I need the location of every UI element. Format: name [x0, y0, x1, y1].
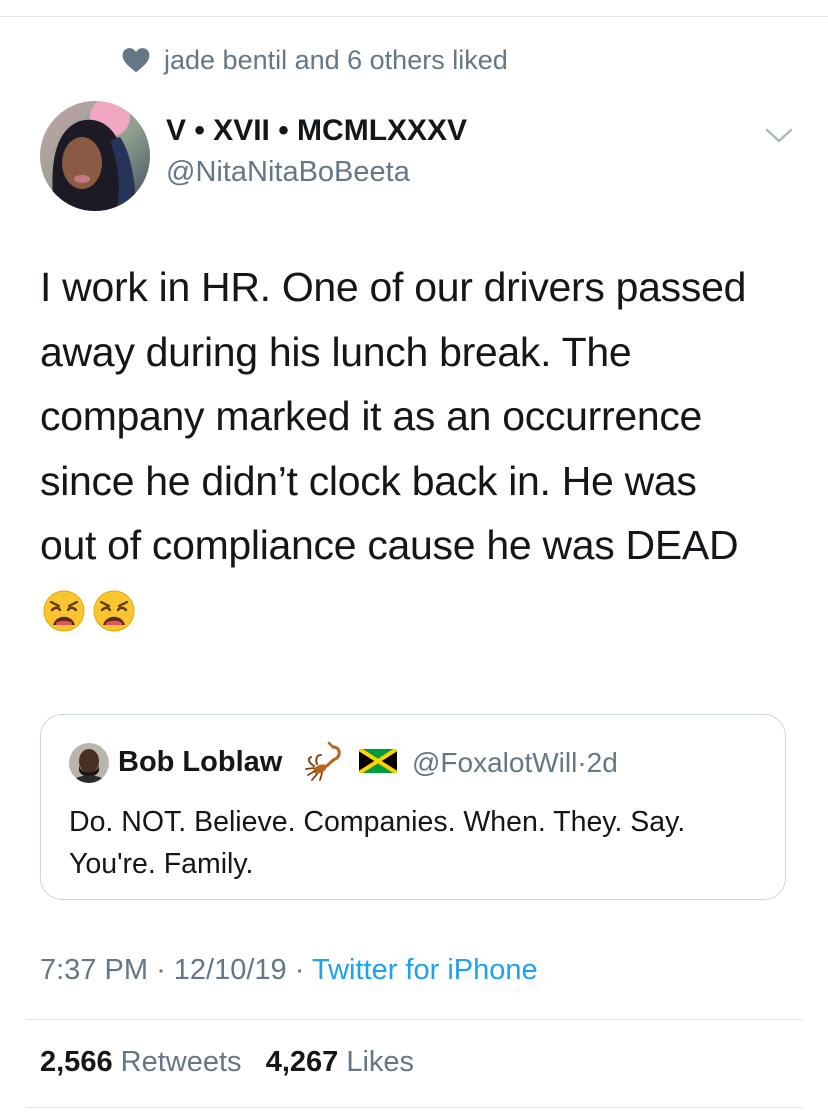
weary-face-emoji	[93, 590, 135, 632]
author-avatar[interactable]	[40, 101, 150, 211]
likes-count: 4,267	[265, 1046, 339, 1078]
quoted-author-handle: @FoxalotWill·2d	[412, 747, 618, 779]
retweets-stat[interactable]: 2,566 Retweets	[40, 1046, 242, 1078]
top-divider	[0, 16, 828, 17]
social-context-text: jade bentil and 6 others liked	[164, 44, 508, 75]
social-context[interactable]: jade bentil and 6 others liked	[122, 42, 508, 78]
tweet-text-line: out of compliance cause he was DEAD	[40, 522, 739, 568]
tweet-date: 12/10/19	[173, 954, 287, 986]
heart-icon	[122, 48, 150, 73]
quoted-text-line: Do. NOT. Believe. Companies. When. They.…	[69, 806, 686, 838]
meta-separator: ·	[156, 954, 166, 986]
likes-stat[interactable]: 4,267 Likes	[266, 1046, 414, 1078]
likes-label: Likes	[346, 1046, 415, 1078]
tweet-meta: 7:37 PM · 12/10/19 · Twitter for iPhone	[40, 954, 538, 987]
quoted-age: 2d	[586, 747, 618, 778]
quoted-author-name[interactable]: Bob Loblaw	[118, 746, 282, 779]
tweet-source-link[interactable]: Twitter for iPhone	[312, 954, 538, 986]
quoted-text-line: You're. Family.	[69, 848, 254, 880]
weary-face-emoji	[43, 590, 85, 632]
tweet-text-line: since he didn’t clock back in. He was	[40, 457, 697, 504]
quoted-handle-text[interactable]: @FoxalotWill	[412, 747, 577, 778]
tweet-text-line: I work in HR. One of our drivers passed	[40, 264, 747, 310]
meta-separator: ·	[294, 954, 305, 986]
retweets-count: 2,566	[40, 1046, 113, 1078]
quoted-author-avatar[interactable]	[69, 743, 109, 783]
stats-divider-top	[26, 1019, 802, 1020]
retweets-label: Retweets	[120, 1046, 242, 1078]
tweet-text-line: company marked it as an occurrence	[40, 393, 703, 439]
chevron-down-icon[interactable]	[764, 124, 794, 148]
author-display-name[interactable]: V • XVII • MCMLXXXV	[166, 114, 467, 148]
jamaica-flag-emoji	[359, 749, 397, 773]
quoted-separator: ·	[577, 747, 587, 778]
tweet-text: I work in HR. One of our drivers passed …	[40, 255, 800, 578]
author-handle[interactable]: @NitaNitaBoBeeta	[166, 156, 410, 189]
quoted-tweet-card[interactable]: Bob Loblaw @FoxalotWill·2d Do. NOT. Beli…	[40, 714, 786, 900]
tweet-text-line: away during his lunch break. The	[40, 328, 632, 375]
quoted-tweet-text: Do. NOT. Believe. Companies. When. They.…	[69, 801, 769, 885]
stats-divider-bottom	[26, 1107, 802, 1108]
tweet-stats: 2,566 Retweets 4,267 Likes	[40, 1046, 414, 1079]
scorpion-emoji	[305, 741, 341, 781]
tweet-time: 7:37 PM	[40, 954, 148, 986]
tweet-emojis	[42, 589, 136, 633]
